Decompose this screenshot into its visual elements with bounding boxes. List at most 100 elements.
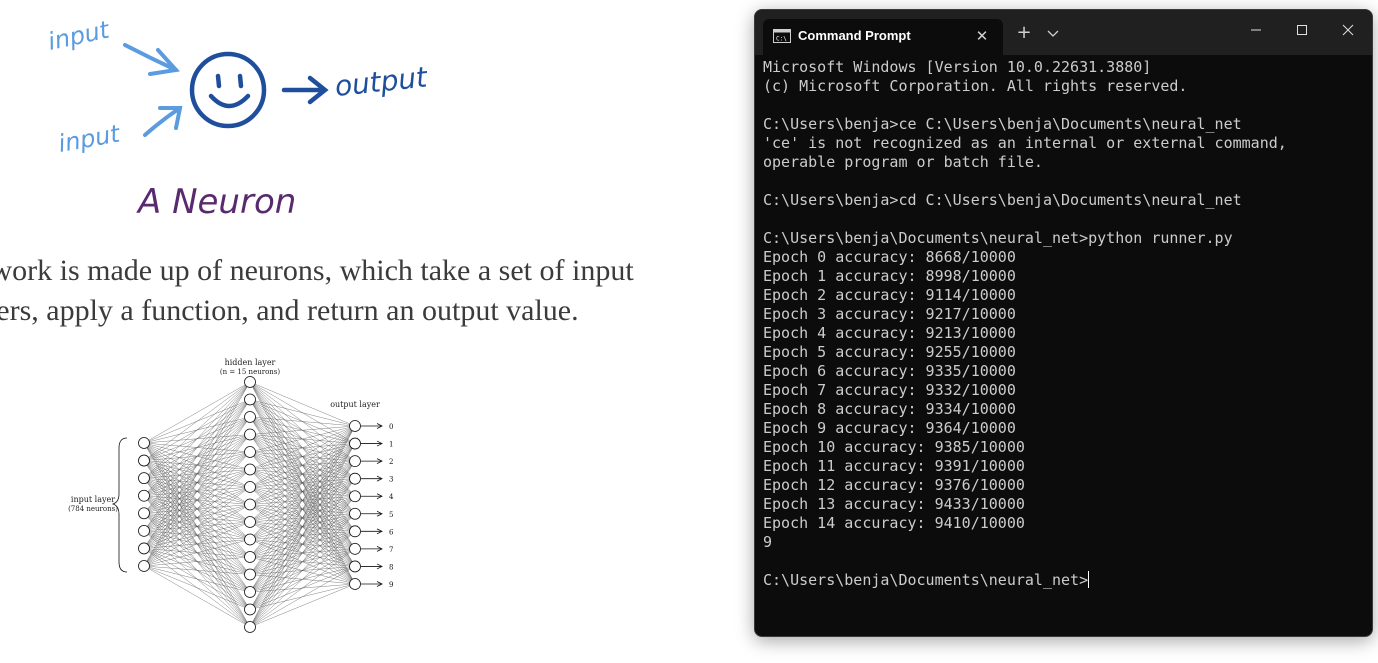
console-line: Epoch 13 accuracy: 9433/10000	[763, 495, 1025, 513]
svg-text:C:\: C:\	[776, 36, 787, 43]
console-line: 'ce' is not recognized as an internal or…	[763, 134, 1287, 152]
console-output[interactable]: Microsoft Windows [Version 10.0.22631.38…	[763, 58, 1287, 590]
output-digit-label: 1	[389, 441, 393, 449]
arrow-icon	[281, 75, 329, 105]
sketch-output-label: output	[333, 60, 429, 103]
output-neuron	[349, 437, 361, 450]
console-line: Epoch 1 accuracy: 8998/10000	[763, 267, 1016, 285]
input-neuron	[138, 524, 150, 537]
console-line: C:\Users\benja>ce C:\Users\benja\Documen…	[763, 115, 1242, 133]
sketch-input-top-label: input	[45, 15, 113, 56]
console-line: Epoch 6 accuracy: 9335/10000	[763, 362, 1016, 380]
input-neuron	[138, 489, 150, 502]
output-neuron	[349, 560, 361, 573]
hidden-neuron	[244, 463, 256, 476]
paragraph-line-2: ameters, apply a function, and return an…	[0, 294, 579, 327]
hidden-neuron	[244, 393, 256, 406]
sketch-input-bottom-label: input	[56, 119, 123, 158]
output-digit-label: 2	[389, 458, 393, 466]
hidden-neuron	[244, 586, 256, 598]
output-neuron	[349, 542, 361, 555]
console-line: Epoch 7 accuracy: 9332/10000	[763, 381, 1016, 399]
neuron-sketch: input input output A Neuron	[45, 15, 429, 222]
output-digit-label: 5	[389, 511, 393, 519]
hidden-neuron	[244, 603, 256, 616]
text-cursor	[1088, 571, 1090, 588]
input-neuron	[138, 437, 150, 449]
console-prompt: C:\Users\benja\Documents\neural_net>	[763, 571, 1089, 589]
console-line: Epoch 12 accuracy: 9376/10000	[763, 476, 1025, 494]
console-line: Epoch 3 accuracy: 9217/10000	[763, 305, 1016, 323]
output-neuron	[349, 578, 361, 590]
output-neuron	[349, 472, 361, 485]
smiley-neuron-icon	[189, 51, 267, 129]
title-bar[interactable]: C:\ Command Prompt ✕ +	[755, 10, 1372, 55]
close-window-button[interactable]	[1325, 10, 1371, 50]
hidden-neuron	[244, 568, 256, 581]
console-line: Epoch 14 accuracy: 9410/10000	[763, 514, 1025, 532]
tab-command-prompt[interactable]: C:\ Command Prompt ✕	[763, 19, 1003, 55]
neural-network-diagram: hidden layer (n = 15 neurons) output lay…	[68, 358, 394, 633]
hidden-layer-label: hidden layer	[225, 358, 276, 367]
input-neuron	[138, 454, 150, 467]
console-line: Epoch 2 accuracy: 9114/10000	[763, 286, 1016, 304]
console-line: Epoch 0 accuracy: 8668/10000	[763, 248, 1016, 266]
sketch-caption: A Neuron	[136, 182, 296, 222]
console-line: Epoch 10 accuracy: 9385/10000	[763, 438, 1025, 456]
hidden-neuron	[244, 411, 256, 423]
document-page: input input output A Neuron l network is…	[0, 0, 760, 663]
hidden-layer-count: (n = 15 neurons)	[220, 368, 281, 376]
hidden-neuron	[244, 428, 256, 441]
output-digit-label: 8	[389, 563, 393, 571]
input-layer-label: input layer	[71, 495, 115, 504]
chevron-down-icon[interactable]	[1043, 22, 1063, 44]
output-neuron	[349, 525, 361, 538]
console-line: Epoch 9 accuracy: 9364/10000	[763, 419, 1016, 437]
console-lines: Microsoft Windows [Version 10.0.22631.38…	[763, 58, 1287, 551]
minimize-icon	[1251, 29, 1261, 31]
input-neuron	[138, 507, 150, 520]
hidden-neuron	[244, 498, 256, 511]
output-neuron	[349, 420, 361, 432]
minimize-button[interactable]	[1233, 10, 1279, 50]
console-line: Epoch 5 accuracy: 9255/10000	[763, 343, 1016, 361]
console-line: operable program or batch file.	[763, 153, 1043, 171]
console-line: Microsoft Windows [Version 10.0.22631.38…	[763, 58, 1152, 76]
maximize-button[interactable]	[1279, 10, 1325, 50]
close-icon	[1342, 24, 1354, 36]
output-digit-label: 3	[389, 476, 393, 484]
close-icon[interactable]: ✕	[971, 25, 993, 47]
input-layer-brace	[111, 437, 128, 573]
paragraph-line-1: l network is made up of neurons, which t…	[0, 254, 634, 287]
hidden-neuron	[244, 516, 256, 528]
output-neuron	[349, 490, 361, 503]
hidden-neuron	[244, 533, 256, 546]
output-digit-label: 6	[389, 528, 394, 536]
input-neuron	[138, 472, 150, 485]
output-neuron	[349, 455, 361, 468]
output-neuron	[349, 507, 361, 520]
output-digit-label: 4	[389, 493, 394, 501]
hidden-neuron	[244, 481, 256, 493]
input-layer-count: (784 neurons)	[68, 505, 118, 513]
hidden-neuron	[244, 621, 256, 633]
output-digit-label: 7	[389, 546, 393, 554]
plus-icon[interactable]: +	[1013, 22, 1035, 44]
arrow-icon	[143, 106, 183, 137]
console-line: C:\Users\benja\Documents\neural_net>pyth…	[763, 229, 1233, 247]
console-line: Epoch 4 accuracy: 9213/10000	[763, 324, 1016, 342]
cmd-icon: C:\	[773, 29, 791, 43]
output-layer-label: output layer	[330, 400, 380, 409]
console-line: 9	[763, 533, 773, 551]
output-digit-label: 9	[389, 581, 393, 589]
console-line: C:\Users\benja>cd C:\Users\benja\Documen…	[763, 191, 1242, 209]
command-prompt-window[interactable]: C:\ Command Prompt ✕ + Microsoft Windows…	[754, 9, 1373, 637]
arrow-icon	[123, 43, 180, 76]
maximize-icon	[1297, 25, 1307, 35]
output-digit-label: 0	[389, 423, 393, 431]
input-neuron	[138, 560, 150, 572]
hidden-neuron	[244, 376, 256, 388]
console-line: (c) Microsoft Corporation. All rights re…	[763, 77, 1188, 95]
console-line: Epoch 8 accuracy: 9334/10000	[763, 400, 1016, 418]
hidden-neuron	[244, 551, 256, 563]
